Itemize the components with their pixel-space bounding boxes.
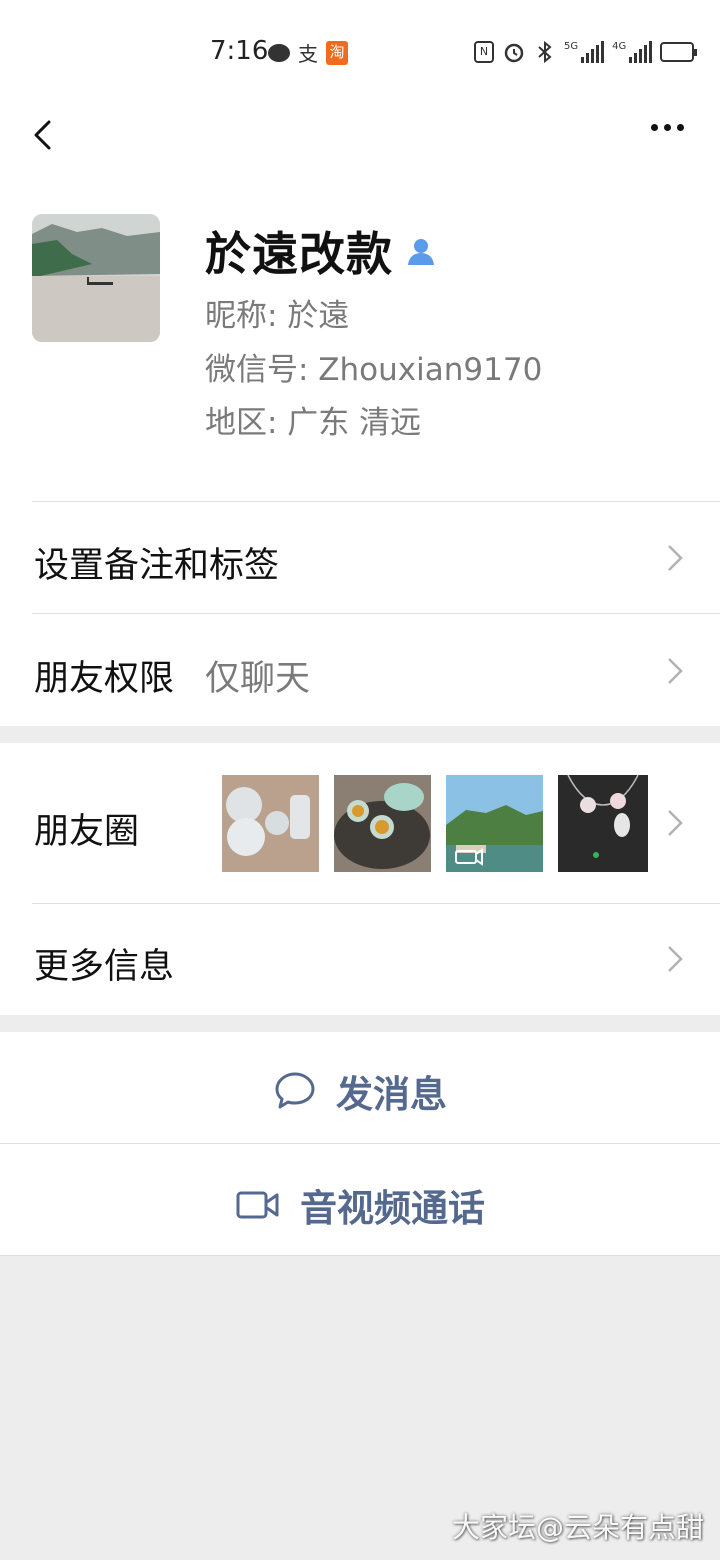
av-call-label: 音视频通话 [300, 1187, 485, 1230]
av-call-button[interactable]: 音视频通话 [0, 1144, 720, 1255]
more-info-label: 更多信息 [34, 947, 175, 987]
remarks-tags-label: 设置备注和标签 [34, 546, 280, 586]
notification-icons: 支 淘 [268, 38, 348, 67]
chevron-right-icon [668, 946, 683, 972]
region-text: 地区: 广东 清远 [205, 405, 422, 441]
send-message-label: 发消息 [336, 1073, 447, 1116]
signal-4g-icon: 4G [612, 41, 653, 63]
friend-permissions-label: 朋友权限 [34, 659, 175, 699]
more-options-icon[interactable] [651, 124, 684, 131]
video-camera-icon [236, 1191, 279, 1219]
watermark: 大家坛@云朵有点甜 [451, 1511, 704, 1544]
moments-thumbnail [334, 775, 431, 872]
alarm-icon [504, 43, 524, 63]
chat-bubble-icon [268, 43, 290, 62]
row-more-info[interactable]: 更多信息 [0, 904, 720, 1015]
taobao-icon: 淘 [326, 40, 348, 65]
moments-thumbnail [222, 775, 319, 872]
nickname-text: 昵称: 於遠 [205, 298, 350, 334]
moments-label: 朋友圈 [34, 812, 140, 852]
signal-5g-icon: 5G [564, 41, 605, 63]
chevron-right-icon [668, 545, 683, 571]
bluetooth-icon [538, 40, 552, 64]
chevron-right-icon [668, 658, 683, 684]
status-bar: 7:16 支 淘 N 5G 4G [0, 0, 720, 100]
moments-thumbnail [558, 775, 648, 872]
settings-group: 设置备注和标签 朋友权限 仅聊天 [0, 501, 720, 726]
friend-permissions-value: 仅聊天 [205, 659, 311, 699]
system-icons: N 5G 4G [474, 40, 698, 64]
profile-header: 於遠改款 昵称: 於遠 微信号: Zhouxian9170 地区: 广东 清远 [0, 170, 720, 501]
row-friend-permissions[interactable]: 朋友权限 仅聊天 [0, 614, 720, 726]
nav-bar [0, 100, 720, 170]
row-remarks-tags[interactable]: 设置备注和标签 [0, 501, 720, 613]
moments-video-thumbnail [446, 775, 543, 872]
nfc-icon: N [474, 41, 494, 63]
wechat-id-text: 微信号: Zhouxian9170 [205, 352, 543, 388]
status-time: 7:16 [210, 36, 269, 66]
avatar[interactable] [32, 214, 160, 342]
moments-group: 朋友圈 更多信息 [0, 743, 720, 1015]
contact-person-icon [408, 239, 434, 265]
display-name: 於遠改款 [205, 227, 393, 281]
chevron-right-icon [668, 810, 683, 836]
divider [0, 1255, 720, 1256]
back-arrow-icon[interactable] [30, 120, 60, 150]
name-row: 於遠改款 [205, 218, 437, 284]
alipay-icon: 支 [298, 42, 318, 66]
chat-bubble-icon [275, 1072, 315, 1109]
send-message-button[interactable]: 发消息 [0, 1032, 720, 1143]
row-moments[interactable]: 朋友圈 [0, 743, 720, 903]
battery-icon [660, 42, 698, 62]
